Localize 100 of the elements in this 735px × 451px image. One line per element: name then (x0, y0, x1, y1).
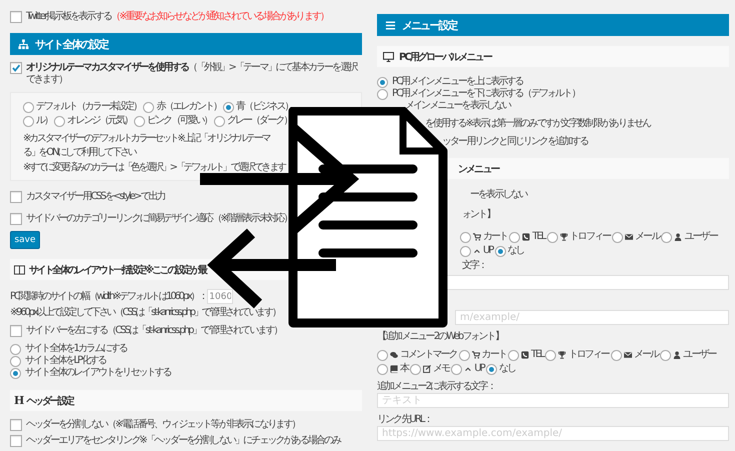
option-label: メール (635, 231, 660, 243)
radio-button[interactable] (143, 102, 154, 112)
user-icon (673, 351, 682, 359)
section-title: サイト全体の設定 (35, 36, 108, 52)
radio-button[interactable] (410, 364, 422, 374)
option-label: TEL (532, 231, 545, 243)
radio-button[interactable] (494, 246, 506, 256)
radio-button[interactable] (54, 116, 66, 126)
checkbox-label: サイドバーを左にする（CSSは「st-kanricss.php」で管理されています） (26, 325, 282, 337)
subsection-title: ンメニュー (458, 162, 499, 176)
radio-label: 赤（エレガント） (156, 101, 222, 113)
option-label: なし (498, 363, 516, 375)
radio-button[interactable] (660, 350, 672, 360)
checkbox-label: を使用する※表示は第一層のみですが文字数制限がありません (424, 118, 652, 130)
field-label: 【追加メニュー2のWebフォント】 (377, 331, 504, 343)
book-icon (390, 365, 398, 373)
note-text: ※すでに変更済みのカラーは「色を選択」>「デフォルト」で選択できます (23, 162, 286, 174)
checkbox-label: ヘッダーエリアをセンタリング※「ヘッダーを分割しない」にチェックがある場合のみ (26, 435, 340, 447)
radio-label: PC用メインメニューを上に表示する (392, 76, 523, 88)
checkbox[interactable] (10, 325, 22, 337)
option-label: TEL (531, 349, 544, 361)
radio-button[interactable] (10, 368, 21, 378)
field-label: PC閲覧時のサイトの幅（width※デフォルトは1060px）： (10, 290, 206, 302)
radio-button[interactable] (214, 116, 225, 126)
checkbox[interactable] (10, 213, 22, 225)
field-label: リンク先URL： (377, 414, 433, 426)
option-label: メール (634, 349, 658, 361)
field-label: 追加メニュー2に表示する文字： (377, 381, 496, 393)
checkbox-label: ッター用リンクと同じリンクを追加する (441, 136, 590, 148)
checkbox-label: ヘッダーを分割しない（※電話番号、ウィジェット等が非表示になります） (26, 419, 300, 431)
radio-button[interactable] (377, 364, 388, 374)
radio-button[interactable] (509, 232, 520, 242)
heading-icon: H (14, 394, 22, 407)
radio-label: サイト全体のレイアウトをリセットする (25, 367, 171, 379)
option-label: なし (508, 245, 524, 257)
radio-label: メインメニューを表示しない (404, 100, 512, 112)
option-label: トロフィー (570, 231, 610, 243)
checkbox[interactable] (10, 419, 22, 431)
checkbox[interactable] (10, 191, 22, 203)
radio-label: PC用メインメニューを下に表示する（デフォルト） (392, 88, 580, 100)
radio-button[interactable] (134, 116, 146, 126)
option-label: UP (474, 363, 484, 375)
sitemap-icon (18, 38, 29, 50)
option-label: UP (483, 245, 493, 257)
checkbox-label: Twitter掲示板を表示する（※重要なお知らせなどが通知されている場合があります） (26, 11, 328, 23)
radio-button[interactable] (223, 102, 234, 112)
field-label: ォント】 (461, 209, 496, 221)
option-label: メモ (433, 363, 450, 375)
chevron-up-icon (473, 247, 481, 255)
user-icon (674, 233, 682, 241)
radio-button[interactable] (508, 350, 520, 360)
checkbox-label: オリジナルテーマカスタマイザーを使用する（「外観」>「テーマ」にて基本カラーを選択できます） (26, 62, 358, 86)
cart-icon (473, 233, 481, 241)
radio-button[interactable] (460, 246, 471, 256)
radio-button[interactable] (546, 232, 558, 242)
radio-button[interactable] (451, 364, 462, 374)
radio-button[interactable] (23, 102, 34, 112)
radio-label: オレンジ（元気） (67, 115, 132, 127)
width-input[interactable]: 1060 (207, 289, 234, 304)
checkbox[interactable] (10, 62, 22, 74)
radio-button[interactable] (486, 364, 497, 374)
radio-button[interactable] (661, 232, 672, 242)
radio-label: サイト全体を1カラムにする (25, 343, 127, 355)
checkbox[interactable] (10, 11, 22, 23)
checkbox[interactable] (10, 435, 22, 447)
phone-icon (521, 351, 530, 359)
text-input[interactable] (445, 275, 729, 290)
radio-button[interactable] (377, 350, 388, 360)
radio-button[interactable] (10, 356, 21, 366)
menu-icon (385, 20, 396, 30)
speech-bubbles-icon (390, 351, 398, 359)
radio-label: グレー（ダーク） (226, 115, 292, 127)
radio-button[interactable] (377, 88, 388, 100)
note-text: ※カスタマイザーのデフォルトカラーセット※上記「オリジナルテーマ (23, 133, 271, 145)
edit-icon (423, 365, 432, 373)
radio-button[interactable] (460, 232, 471, 242)
option-label: 本 (400, 363, 408, 375)
radio-button[interactable] (10, 344, 21, 354)
radio-button[interactable] (612, 232, 624, 242)
note-text: る」をONにして利用して下さい (23, 147, 137, 159)
chevron-up-icon (464, 365, 472, 373)
subsection-title: PC用グローバルメニュー (399, 50, 491, 64)
radio-button[interactable] (377, 76, 388, 88)
envelope-icon (624, 351, 632, 359)
subsection-title: ヘッダー設定 (26, 394, 73, 408)
subsection-title: サイト全体のレイアウト一括設定※ここの設定が最 (29, 263, 206, 276)
save-button[interactable]: save (10, 231, 40, 249)
field-label: 文字： (461, 260, 488, 272)
radio-button[interactable] (610, 350, 622, 360)
radio-label: デフォルト（カラー未設定） (36, 101, 142, 113)
radio-button[interactable] (458, 350, 470, 360)
trophy-icon (558, 351, 566, 359)
radio-label: ーを表示しない (469, 189, 528, 201)
radio-label: サイト全体をLP化する (25, 355, 106, 367)
note-text: ※960px以上で設定して下さい（CSSは「st-kanricss.php」で管理されています） (10, 307, 281, 319)
radio-button[interactable] (23, 116, 34, 126)
radio-label: 青（ビジネス） (236, 101, 293, 113)
section-title: メニュー設定 (402, 18, 457, 32)
option-label: トロフィー (568, 349, 609, 361)
radio-button[interactable] (545, 350, 556, 360)
